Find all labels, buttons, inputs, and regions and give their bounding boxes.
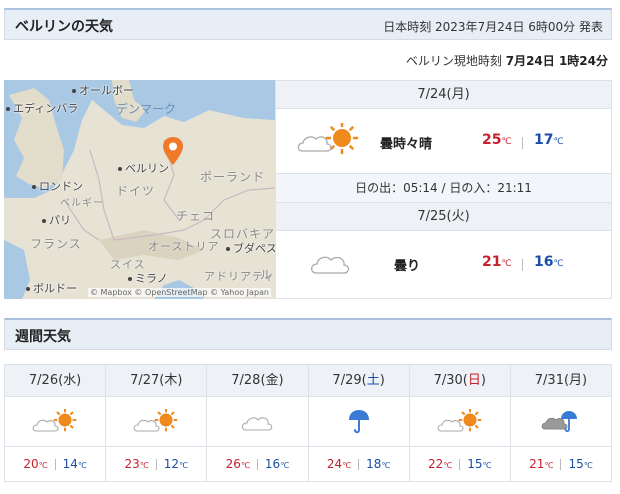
weekly-low: 14℃: [62, 457, 87, 471]
weekly-day: 7/29(土) 24℃ 18℃: [308, 365, 410, 481]
weekly-header: 週間天気: [4, 318, 612, 350]
map-label-bordeaux: ボルドー: [26, 280, 77, 296]
cloud-umbrella-icon: [541, 410, 577, 432]
weekly-low: 16℃: [264, 457, 290, 471]
map-label-czech: チェコ: [176, 209, 216, 223]
map-label-edinburgh: エディンバラ: [6, 100, 78, 116]
weekly-day-date: 7/27(木): [106, 365, 207, 397]
tomorrow-weather-label: 曇り: [394, 259, 421, 274]
map-credit: © Mapbox © OpenStreetMap © Yahoo Japan: [87, 288, 271, 297]
tomorrow-date: 7/25(火): [276, 203, 611, 231]
today-date: 7/24(月): [276, 81, 611, 109]
sunrise-sunset: 日の出：05:14 / 日の入：21:11: [276, 173, 611, 203]
forecast-panel: 7/24(月) 曇時々晴 25℃ 17℃ 日の出：05:14 / 日の入：21:…: [275, 80, 612, 299]
weekly-low: 15℃: [568, 457, 593, 471]
map-label-france: フランス: [30, 237, 82, 251]
weekly-high: 24℃: [326, 457, 352, 471]
weekly-low: 12℃: [163, 457, 189, 471]
map-label-austria: オーストリア: [148, 240, 220, 253]
weekly-day-date: 7/29(土): [308, 365, 409, 397]
weekly-forecast: 7/26(水) 20℃ 14℃ 7/27(木) 23℃ 12℃ 7/28(金) …: [4, 364, 612, 482]
cloud-sun-icon: [297, 123, 359, 155]
weekly-day: 7/27(木) 23℃ 12℃: [106, 365, 208, 481]
map-label-milan: ミラノ: [128, 270, 168, 286]
local-time: ベルリン現地時刻 7月24日 1時24分: [406, 52, 608, 69]
map-label-belgium: ベルギー: [60, 198, 104, 209]
weekly-high: 20℃: [23, 457, 48, 471]
cloud-icon: [242, 416, 273, 431]
cloud-sun-icon: [133, 408, 178, 432]
weekly-day: 7/28(金) 26℃ 16℃: [207, 365, 309, 481]
cloud-icon: [310, 256, 350, 274]
tomorrow-weather-row: 曇り 21℃ 16℃: [276, 231, 611, 295]
location-map[interactable]: オールボー エディンバラ デンマーク ベルリン ロンドン ポーランド ドイツ ベ…: [4, 80, 275, 299]
weekly-high: 21℃: [529, 457, 554, 471]
weekly-day: 7/26(水) 20℃ 14℃: [5, 365, 107, 481]
weekly-day-date: 7/26(水): [5, 365, 106, 397]
local-time-value: 7月24日 1時24分: [505, 54, 608, 68]
umbrella-icon: [348, 409, 369, 433]
weekly-day-date: 7/28(金): [207, 365, 308, 397]
today-high: 25℃: [482, 132, 512, 148]
weekly-low: 18℃: [366, 457, 391, 471]
today-low: 17℃: [534, 132, 564, 148]
cloud-sun-icon: [32, 408, 77, 432]
weekly-day: 7/30(日) 22℃ 15℃: [409, 365, 511, 481]
map-label-ru: ル: [260, 268, 274, 282]
published-time: 日本時刻 2023年7月24日 6時00分 発表: [383, 20, 603, 34]
map-label-aalborg: オールボー: [72, 82, 134, 98]
map-pin-icon: [163, 137, 183, 165]
map-label-poland: ポーランド: [200, 170, 266, 184]
weekly-day: 7/31(月) 21℃ 15℃: [510, 365, 612, 481]
today-weather-label: 曇時々晴: [380, 137, 433, 152]
tomorrow-low: 16℃: [534, 254, 564, 270]
map-label-germany: ドイツ: [116, 184, 156, 198]
cloud-sun-icon: [437, 408, 482, 432]
weekly-high: 22℃: [428, 457, 453, 471]
map-label-denmark: デンマーク: [116, 102, 177, 116]
map-label-budapest: ブダペス: [226, 240, 275, 256]
map-label-london: ロンドン: [32, 178, 83, 194]
weekly-high: 23℃: [124, 457, 149, 471]
today-weather-row: 曇時々晴 25℃ 17℃: [276, 109, 611, 173]
weekly-day-date: 7/31(月): [510, 365, 612, 397]
weekly-title: 週間天気: [15, 329, 71, 345]
weather-header: ベルリンの天気 日本時刻 2023年7月24日 6時00分 発表: [4, 8, 612, 40]
weekly-low: 15℃: [467, 457, 492, 471]
tomorrow-high: 21℃: [482, 254, 512, 270]
weekly-day-date: 7/30(日): [409, 365, 510, 397]
weekly-high: 26℃: [225, 457, 250, 471]
map-label-paris: パリ: [42, 212, 71, 228]
local-time-label: ベルリン現地時刻: [405, 54, 502, 68]
page-title: ベルリンの天気: [15, 19, 113, 35]
